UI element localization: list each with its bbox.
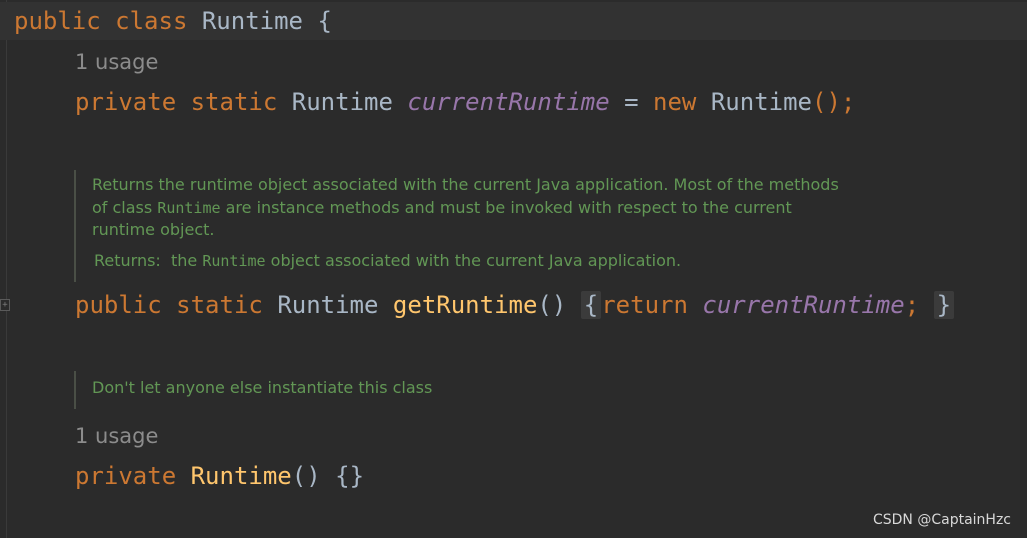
- usage-hint-field[interactable]: 1 usage: [75, 48, 158, 76]
- keyword-new: new: [653, 88, 697, 116]
- constructor-body: {}: [335, 462, 365, 490]
- doc-comment-get-runtime: Returns the runtime object associated wi…: [74, 170, 842, 282]
- keyword-return: return: [601, 291, 688, 319]
- keyword-private: private: [75, 462, 177, 490]
- field-declaration-line[interactable]: private static Runtime currentRuntime = …: [75, 87, 855, 117]
- keyword-public: public: [14, 7, 101, 35]
- constructor-call: Runtime: [710, 88, 812, 116]
- usage-hint-constructor[interactable]: 1 usage: [75, 422, 158, 450]
- keyword-static: static: [190, 88, 278, 116]
- editor-gutter: [6, 0, 7, 538]
- watermark: CSDN @CaptainHzc: [872, 512, 1011, 528]
- keyword-public: public: [75, 291, 162, 319]
- method-open-brace[interactable]: {: [580, 291, 602, 319]
- fold-expand-icon[interactable]: +: [0, 299, 10, 311]
- return-type: Runtime: [277, 291, 379, 319]
- method-parens: (): [537, 291, 567, 319]
- doc-returns-label: Returns:: [94, 250, 161, 270]
- method-declaration-line[interactable]: public static Runtime getRuntime() {retu…: [75, 290, 955, 320]
- parens-semicolon: ();: [812, 88, 856, 116]
- class-declaration-line[interactable]: public class Runtime {: [0, 2, 1027, 40]
- field-name: currentRuntime: [407, 88, 610, 116]
- constructor-name: Runtime: [190, 462, 292, 490]
- doc-comment-constructor: Don't let anyone else instantiate this c…: [74, 371, 432, 409]
- keyword-static: static: [176, 291, 263, 319]
- constructor-parens: (): [291, 462, 321, 490]
- doc-returns: Returns: the Runtime object associated w…: [94, 250, 682, 270]
- doc-description: Returns the runtime object associated wi…: [92, 175, 839, 239]
- field-type: Runtime: [291, 88, 393, 116]
- doc-returns-code: Runtime: [202, 251, 266, 270]
- constructor-declaration-line[interactable]: private Runtime() {}: [75, 461, 364, 491]
- doc-code-runtime: Runtime: [157, 198, 221, 217]
- doc-constructor-text: Don't let anyone else instantiate this c…: [92, 378, 433, 397]
- return-semicolon: ;: [904, 291, 920, 319]
- class-name: Runtime: [201, 7, 304, 35]
- method-close-brace[interactable]: }: [933, 291, 955, 319]
- keyword-class: class: [115, 7, 188, 35]
- class-open-brace: {: [317, 7, 332, 35]
- method-name: getRuntime: [392, 291, 538, 319]
- assign-operator: =: [624, 88, 639, 116]
- keyword-private: private: [75, 88, 177, 116]
- returned-field: currentRuntime: [702, 291, 905, 319]
